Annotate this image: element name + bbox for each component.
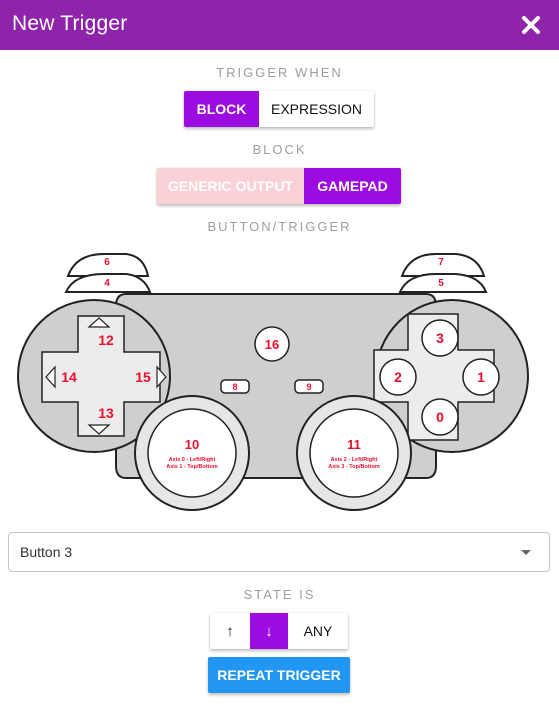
state-any-button[interactable]: ANY [288,613,348,649]
button-16[interactable]: 16 [254,326,290,362]
button-2[interactable]: 2 [379,358,417,396]
button-16-label: 16 [265,337,279,352]
block-mode-button[interactable]: BLOCK [184,91,259,127]
gamepad-button[interactable]: GAMEPAD [304,168,401,204]
dpad-right-label: 15 [135,369,151,385]
close-icon[interactable] [519,13,543,37]
repeat-trigger-button[interactable]: REPEAT TRIGGER [208,657,350,693]
bumper-5-label: 5 [438,278,444,289]
button-9[interactable]: 9 [294,379,324,394]
dpad-down-label: 13 [98,405,114,421]
button-8-label: 8 [232,382,237,392]
dialog-title: New Trigger [12,12,128,35]
button-0[interactable]: 0 [421,398,459,436]
button-3-label: 3 [436,330,444,346]
right-stick-axis-y: Axis 3 - Top/Bottom [328,464,380,470]
button-1[interactable]: 1 [462,358,500,396]
bumper-7-label: 7 [438,257,444,268]
dialog-header: New Trigger [0,0,559,50]
left-stick-axis-x: Axis 0 - Left/Right [169,457,216,463]
state-up-button[interactable]: ↑ [210,613,250,649]
button-8[interactable]: 8 [220,379,250,394]
caret-down-icon [521,550,531,555]
generic-output-button[interactable]: GENERIC OUTPUT [157,168,304,204]
state-down-button[interactable]: ↓ [250,613,288,649]
button-9-label: 9 [306,382,311,392]
button-2-label: 2 [394,369,402,385]
bumper-6-label: 6 [104,257,110,268]
state-label: STATE IS [243,587,316,602]
button-3[interactable]: 3 [421,319,459,357]
bumper-6[interactable]: 6 [66,253,150,277]
left-stick-axis-y: Axis 1 - Top/Bottom [166,464,218,470]
dpad-left-label: 14 [61,369,77,385]
block-label: BLOCK [252,142,307,157]
trigger-when-toggle: BLOCK EXPRESSION [184,91,374,127]
dpad-up-label: 12 [98,332,114,348]
button-select-value: Button 3 [20,544,73,560]
trigger-when-label: TRIGGER WHEN [216,65,343,80]
state-toggle: ↑ ↓ ANY [210,613,348,649]
bumper-4-label: 4 [104,278,110,289]
left-stick-label: 10 [185,437,199,452]
right-stick[interactable]: 11 Axis 2 - Left/Right Axis 3 - Top/Bott… [296,395,412,511]
button-1-label: 1 [477,369,485,385]
right-stick-axis-x: Axis 2 - Left/Right [331,457,378,463]
button-select[interactable]: Button 3 [8,532,550,572]
bumper-7[interactable]: 7 [400,253,486,277]
button-0-label: 0 [436,409,444,425]
left-stick[interactable]: 10 Axis 0 - Left/Right Axis 1 - Top/Bott… [134,395,250,511]
right-stick-label: 11 [347,437,361,452]
block-type-toggle: GENERIC OUTPUT GAMEPAD [157,168,401,204]
gamepad-diagram: 6 4 7 5 12 13 14 15 16 8 9 3 2 1 0 10 Ax… [17,253,529,511]
expression-mode-button[interactable]: EXPRESSION [259,91,374,127]
button-trigger-label: BUTTON/TRIGGER [207,219,352,234]
